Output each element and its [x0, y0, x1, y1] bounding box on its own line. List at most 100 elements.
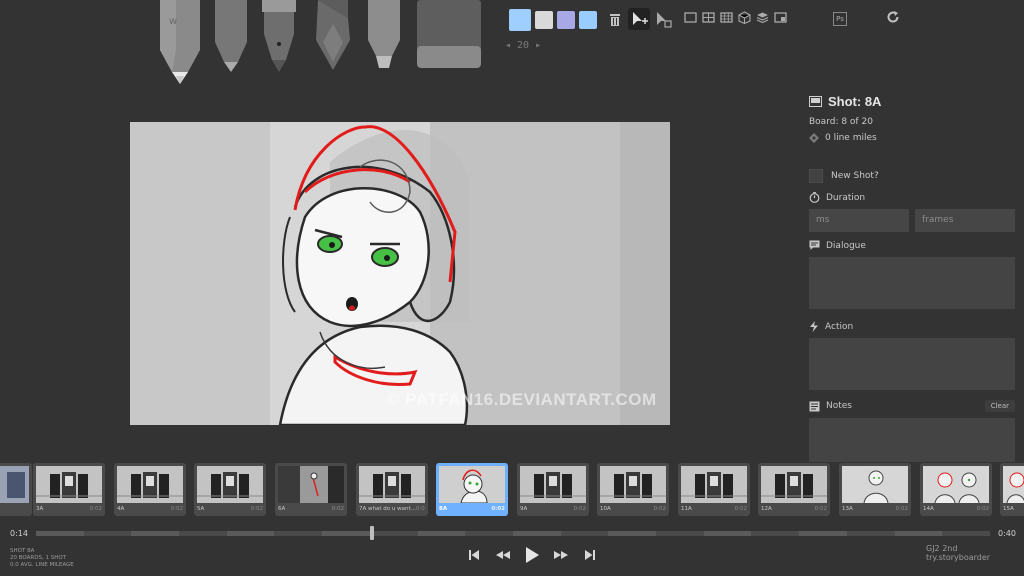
stats-mileage: 0.0 AVG. LINE MILEAGE — [10, 562, 74, 568]
thumbnail-label: 15A — [1003, 506, 1014, 512]
eraser-tool[interactable] — [413, 0, 485, 72]
action-label-row: Action — [809, 321, 1015, 332]
pencil-tool[interactable]: w — [156, 0, 204, 84]
board-thumbnail-14a[interactable]: 14A 0:02 — [920, 463, 992, 516]
board-thumbnail-5a[interactable]: 5A 0:02 — [194, 463, 266, 516]
board-thumbnail-7a[interactable]: 7A what do u want...0:02 — [356, 463, 428, 516]
timeline-playhead[interactable] — [369, 526, 374, 540]
frame-guide-icon[interactable] — [684, 11, 697, 24]
board-thumbnail-10a[interactable]: 10A 0:02 — [597, 463, 669, 516]
thumbnail-duration: 0:02 — [331, 506, 344, 512]
thumbnail-duration: 0:02 — [491, 506, 505, 512]
color-swatch-3[interactable] — [557, 11, 575, 29]
notes-label: Notes — [826, 401, 852, 411]
decrease-size-icon[interactable]: ◂ — [505, 40, 511, 51]
thumbnail-caption: 12A 0:02 — [761, 506, 827, 512]
thumbnail-label: 3A — [36, 506, 44, 512]
notes-textarea[interactable] — [809, 418, 1015, 462]
rewind-icon — [496, 551, 510, 559]
thumbnail-image — [439, 466, 505, 503]
thumbnail-label: 5A — [197, 506, 205, 512]
board-thumbnail[interactable] — [0, 463, 32, 516]
brush-size-control[interactable]: ◂ 20 ▸ — [505, 40, 541, 51]
dialogue-textarea[interactable] — [809, 257, 1015, 309]
timeline-segment — [226, 531, 275, 536]
color-swatch-1[interactable] — [509, 9, 531, 31]
trash-icon[interactable] — [604, 8, 626, 30]
thumbnail-label: 11A — [681, 506, 692, 512]
thumbnail-label: 9A — [520, 506, 528, 512]
new-shot-row: New Shot? — [809, 169, 1015, 183]
thumbnail-image — [520, 466, 586, 503]
play-button[interactable] — [523, 546, 541, 564]
lightning-icon — [810, 321, 818, 332]
thumbnail-caption: 3A 0:02 — [36, 506, 102, 512]
shot-icon — [809, 96, 822, 107]
board-thumbnail-11a[interactable]: 11A 0:02 — [678, 463, 750, 516]
board-thumbnail-13a[interactable]: 13A 0:02 — [839, 463, 911, 516]
increase-size-icon[interactable]: ▸ — [535, 40, 541, 51]
storyboard-sketch — [130, 122, 670, 425]
thumbnail-caption: 7A what do u want...0:02 — [359, 506, 425, 512]
thumbnail-caption: 13A 0:02 — [842, 506, 908, 512]
timeline-segment — [513, 531, 561, 536]
brush-size-value: 20 — [517, 40, 530, 51]
notes-icon — [809, 401, 820, 411]
color-swatches — [509, 9, 597, 31]
pen-tool[interactable] — [258, 0, 300, 72]
board-thumbnail-8a[interactable]: 8A 0:02 — [436, 463, 508, 516]
thumbnail-caption: 9A 0:02 — [520, 506, 586, 512]
go-to-start-button[interactable] — [465, 546, 483, 564]
thumbnail-image — [278, 466, 344, 503]
shot-title: Shot: 8A — [828, 94, 882, 109]
thumbnail-caption: 11A 0:02 — [681, 506, 747, 512]
project-stats: SHOT 8A 20 BOARDS, 1 SHOT 0.0 AVG. LINE … — [10, 548, 74, 569]
board-thumbnail-6a[interactable]: 6A 0:02 — [275, 463, 347, 516]
onion-skin-icon[interactable] — [774, 11, 787, 24]
go-to-end-button[interactable] — [581, 546, 599, 564]
thumbnail-label: 7A what do u want... — [359, 506, 416, 512]
thumbnail-duration: 0:02 — [895, 506, 908, 512]
timeline-segment — [703, 531, 752, 536]
shot-panel: Shot: 8A Board: 8 of 20 0 line miles New… — [809, 94, 1015, 462]
board-thumbnail-15a[interactable]: 15A — [1000, 463, 1024, 516]
shot-header: Shot: 8A — [809, 94, 1015, 109]
thumbnail-duration: 0:02 — [653, 506, 666, 512]
thumbnail-image — [842, 466, 908, 503]
color-swatch-4[interactable] — [579, 11, 597, 29]
center-guide-icon[interactable] — [702, 11, 715, 24]
thumbnail-duration: 0:02 — [573, 506, 586, 512]
perspective-cube-icon[interactable] — [738, 11, 751, 24]
board-thumbnail-12a[interactable]: 12A 0:02 — [758, 463, 830, 516]
color-swatch-2[interactable] — [535, 11, 553, 29]
refresh-icon[interactable] — [886, 10, 900, 29]
timeline-scrubber[interactable] — [36, 531, 990, 536]
drawing-canvas[interactable] — [130, 122, 670, 425]
thumbnail-duration: 0:02 — [734, 506, 747, 512]
thumbnail-duration: 0:02 — [170, 506, 183, 512]
duration-frames-input[interactable]: frames — [915, 209, 1015, 232]
timeline-end-time: 0:40 — [998, 529, 1016, 538]
new-shot-label: New Shot? — [831, 171, 879, 181]
timeline-segment — [36, 531, 84, 536]
board-thumbnail-9a[interactable]: 9A 0:02 — [517, 463, 589, 516]
clear-notes-button[interactable]: Clear — [984, 400, 1015, 412]
board-thumbnail-3a[interactable]: 3A 0:02 — [33, 463, 105, 516]
marker-tool[interactable] — [364, 0, 404, 72]
layers-icon[interactable] — [756, 11, 769, 24]
action-textarea[interactable] — [809, 338, 1015, 390]
thirds-guide-icon[interactable] — [720, 11, 733, 24]
photoshop-icon[interactable]: Ps — [833, 12, 847, 26]
scale-arrow-icon[interactable] — [652, 8, 674, 30]
board-thumbnail-4a[interactable]: 4A 0:02 — [114, 463, 186, 516]
brush-tool[interactable] — [310, 0, 356, 72]
light-pencil-tool[interactable] — [211, 0, 251, 74]
move-arrow-icon[interactable] — [628, 8, 650, 30]
next-board-button[interactable] — [552, 546, 570, 564]
thumbnail-image — [197, 466, 263, 503]
stats-boards: 20 BOARDS, 1 SHOT — [10, 555, 67, 561]
previous-board-button[interactable] — [494, 546, 512, 564]
new-shot-checkbox[interactable] — [809, 169, 823, 183]
duration-ms-input[interactable]: ms — [809, 209, 909, 232]
board-info: Board: 8 of 20 — [809, 117, 873, 127]
